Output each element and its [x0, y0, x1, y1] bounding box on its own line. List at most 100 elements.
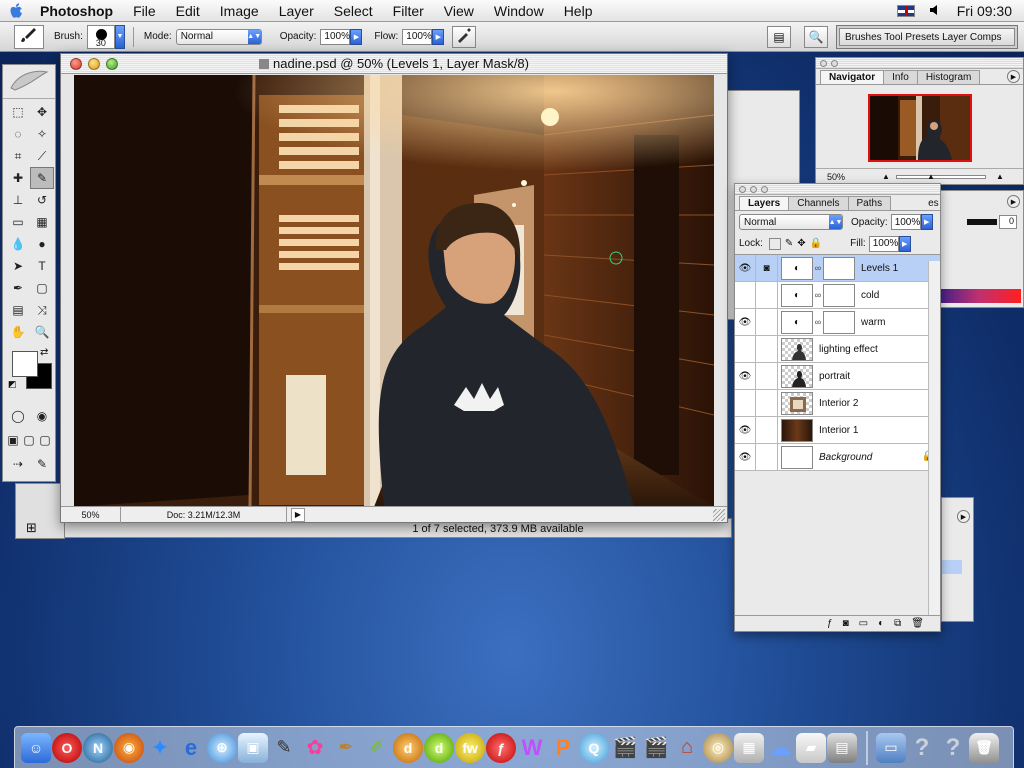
gimp-icon[interactable]: ✎: [269, 733, 299, 763]
scanner-icon[interactable]: ▰: [796, 732, 826, 763]
clone-stamp-tool-icon[interactable]: ⊥: [6, 189, 30, 211]
minimize-button[interactable]: [831, 59, 838, 67]
color-slider[interactable]: [967, 219, 997, 225]
notes-tool-icon[interactable]: ▤: [6, 299, 30, 321]
image-canvas[interactable]: [74, 75, 714, 507]
layer-row[interactable]: 👁 portrait: [735, 362, 940, 390]
move-tool-icon[interactable]: ✥: [30, 101, 54, 123]
navigator-titlebar[interactable]: [816, 58, 1023, 69]
slice-tool-icon[interactable]: ⟋: [30, 145, 54, 167]
hand-tool-icon[interactable]: ✋: [6, 321, 30, 343]
pen-tool-icon[interactable]: ✒: [6, 277, 30, 299]
brush-app-icon[interactable]: ✐: [362, 733, 392, 763]
layer-mask-thumb[interactable]: [823, 256, 855, 280]
close-button[interactable]: [739, 185, 746, 193]
menu-image[interactable]: Image: [210, 0, 269, 22]
tab-navigator[interactable]: Navigator: [820, 70, 885, 84]
link-cell[interactable]: [756, 443, 778, 471]
link-chain-icon[interactable]: ∞: [813, 290, 823, 300]
color-value-field[interactable]: 0: [999, 215, 1017, 229]
input-flag-icon[interactable]: [896, 5, 915, 17]
link-cell[interactable]: [756, 308, 778, 336]
panel-menu-icon[interactable]: ▶: [1007, 70, 1020, 83]
dvd-icon[interactable]: ◎: [703, 732, 733, 763]
marquee-tool-icon[interactable]: ⬚: [6, 101, 30, 123]
minimize-button[interactable]: [88, 57, 100, 70]
default-colors-icon[interactable]: ◩: [8, 379, 17, 390]
path-selection-tool-icon[interactable]: ➤: [6, 255, 30, 277]
new-layer-icon[interactable]: ⧉: [894, 618, 901, 629]
airbrush-button[interactable]: [452, 25, 477, 48]
eyedropper-tool-icon[interactable]: ⤨: [30, 299, 54, 321]
minimize-button[interactable]: [750, 185, 757, 193]
lock-image-icon[interactable]: ✎: [785, 238, 793, 249]
lasso-tool-icon[interactable]: ◌: [6, 123, 30, 145]
flower-icon[interactable]: ✿: [300, 733, 330, 763]
menu-window[interactable]: Window: [484, 0, 554, 22]
flow-field[interactable]: 100%: [402, 28, 433, 45]
link-cell[interactable]: [756, 362, 778, 390]
screen-mode-full-icon[interactable]: ▢: [38, 429, 52, 451]
tab-histogram[interactable]: Histogram: [916, 70, 981, 84]
file-browser-button[interactable]: 🔍: [804, 26, 828, 48]
safari-compass-icon[interactable]: ✦: [145, 733, 175, 763]
fill-arrow[interactable]: ▶: [898, 235, 911, 252]
document-window[interactable]: nadine.psd @ 50% (Levels 1, Layer Mask/8…: [60, 53, 728, 523]
brush-picker-arrow[interactable]: ▼: [114, 24, 125, 49]
layer-opacity-field[interactable]: 100%: [890, 214, 921, 230]
zoom-button[interactable]: [761, 185, 768, 193]
opacity-slider-arrow[interactable]: ▶: [350, 28, 363, 45]
standard-mode-icon[interactable]: ◯: [6, 405, 30, 427]
layer-row[interactable]: 👁 ◙ ◐ ∞ Levels 1: [735, 254, 940, 282]
preview-icon[interactable]: ▣: [238, 732, 268, 763]
tab-layers[interactable]: Layers: [739, 196, 790, 210]
apple-icon[interactable]: [0, 0, 34, 22]
swap-colors-icon[interactable]: ⇄: [40, 347, 48, 358]
add-mask-icon[interactable]: ◙: [843, 618, 849, 629]
pen-icon[interactable]: ✒: [331, 733, 361, 763]
imageready-icon[interactable]: ✎: [30, 453, 54, 475]
zoom-tool-icon[interactable]: 🔍: [30, 321, 54, 343]
lock-all-icon[interactable]: 🔒: [810, 238, 822, 249]
layer-style-icon[interactable]: ƒ: [827, 618, 833, 629]
firefox-icon[interactable]: ◉: [114, 732, 144, 763]
brush-tool-icon[interactable]: ✎: [30, 167, 54, 189]
link-chain-icon[interactable]: ∞: [813, 317, 823, 327]
ie-icon[interactable]: e: [176, 733, 206, 763]
foreground-color[interactable]: [12, 351, 38, 377]
blend-mode-select[interactable]: Normal ▲▼: [739, 214, 843, 230]
palette-well-tabs[interactable]: Brushes Tool Presets Layer Comps: [839, 28, 1015, 46]
layer-row[interactable]: 👁 ◐ ∞ warm: [735, 308, 940, 336]
layer-mask-thumb[interactable]: [823, 283, 855, 307]
navigator-preview[interactable]: [868, 94, 972, 162]
background-window-right[interactable]: ▶: [941, 497, 974, 622]
menu-file[interactable]: File: [123, 0, 166, 22]
lock-transparency-icon[interactable]: [768, 237, 781, 250]
type-tool-icon[interactable]: T: [30, 255, 54, 277]
new-adjustment-icon[interactable]: ◐: [878, 618, 884, 629]
visibility-empty-icon[interactable]: [735, 389, 756, 417]
visibility-eye-icon[interactable]: 👁: [735, 362, 756, 390]
toggle-palettes-button[interactable]: ▤: [767, 26, 791, 48]
flow-slider-arrow[interactable]: ▶: [432, 28, 445, 45]
lock-position-icon[interactable]: ✥: [797, 238, 805, 249]
link-cell[interactable]: [756, 335, 778, 363]
layer-row[interactable]: 👁 Background 🔒: [735, 443, 940, 471]
layer-row[interactable]: lighting effect: [735, 335, 940, 363]
crop-tool-icon[interactable]: ⌗: [6, 145, 30, 167]
blur-tool-icon[interactable]: 💧: [6, 233, 30, 255]
zoom-out-icon[interactable]: ▲: [882, 172, 896, 182]
folder-icon[interactable]: ▭: [876, 732, 906, 763]
dreamweaver-alt-icon[interactable]: d: [424, 732, 454, 763]
link-cell[interactable]: [756, 281, 778, 309]
layer-row[interactable]: 👁 Interior 1: [735, 416, 940, 444]
panel-menu-icon[interactable]: ▶: [1007, 195, 1020, 208]
layer-mask-thumb[interactable]: [823, 310, 855, 334]
help-icon[interactable]: ?: [907, 733, 937, 763]
layer-row[interactable]: Interior 2: [735, 389, 940, 417]
document-zoom[interactable]: 50%: [61, 506, 121, 523]
menu-view[interactable]: View: [434, 0, 484, 22]
navigator-zoom[interactable]: 50%: [816, 172, 856, 182]
safari-icon[interactable]: ⊕: [207, 732, 237, 763]
trash-icon[interactable]: 🗑: [911, 618, 924, 629]
